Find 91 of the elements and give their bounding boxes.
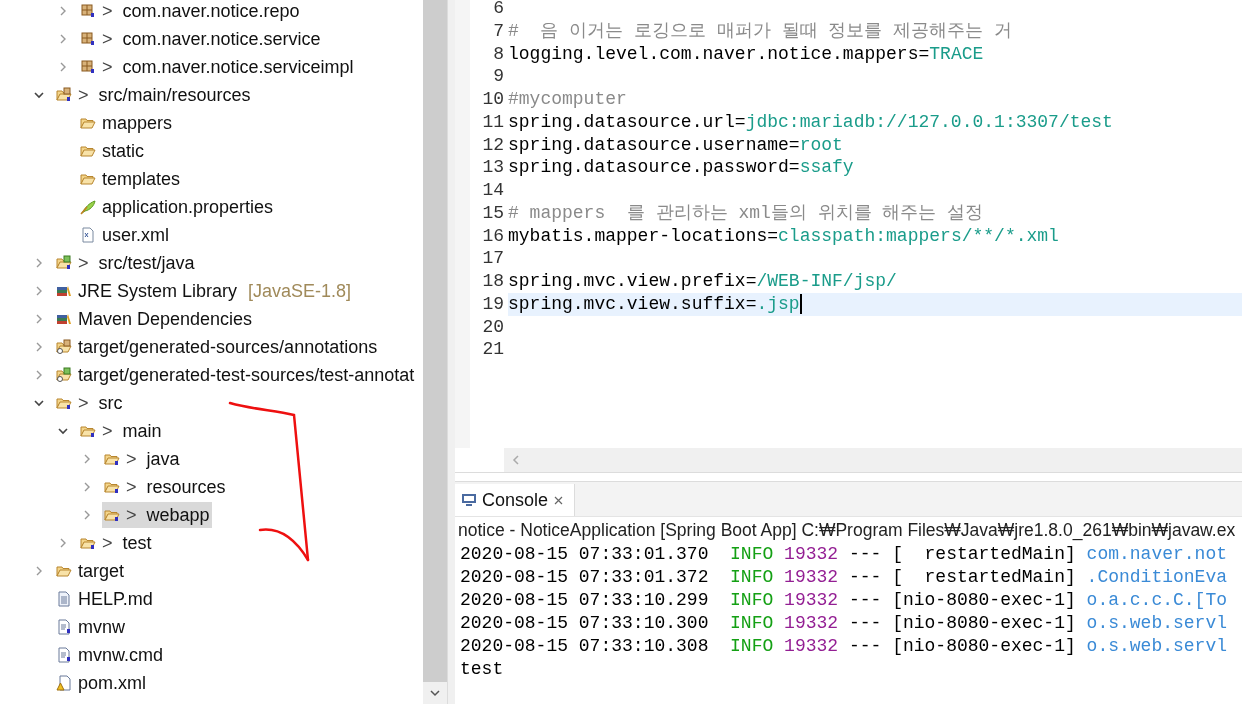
line-number: 11 (481, 110, 504, 134)
chevron-down-icon[interactable] (429, 687, 441, 699)
horizontal-scrollbar[interactable] (504, 448, 1242, 472)
code-line: #mycomputer (508, 88, 628, 111)
tree-item[interactable]: > com.naver.notice.serviceimpl (78, 54, 356, 80)
line-number: 10 (481, 88, 504, 111)
folder-icon (56, 339, 72, 355)
tree-item[interactable]: > com.naver.notice.repo (78, 0, 302, 24)
tree-item[interactable]: templates (78, 166, 183, 192)
tree-item[interactable]: > resources (102, 474, 228, 500)
folder-icon (56, 563, 72, 579)
tree-item[interactable]: target/generated-test-sources/test-annotat (54, 362, 417, 388)
code-line: spring.datasource.username=root (508, 133, 844, 157)
line-number: 20 (481, 315, 504, 339)
console-tab[interactable]: Console (455, 484, 576, 516)
tree-item[interactable]: mappers (78, 110, 175, 136)
package-icon (80, 3, 96, 19)
log-line: 2020-08-15 07:33:10.300 INFO 19332 --- [nio-8080-exec-1] o.s.web.servl (460, 612, 1229, 635)
monitor-icon (461, 492, 477, 508)
tree-item[interactable]: target/generated-sources/annotations (54, 334, 380, 360)
warning-file-icon (56, 675, 72, 691)
tree-item[interactable]: user.xml (78, 222, 172, 248)
folder-icon (80, 171, 96, 187)
tree-item[interactable]: target (54, 558, 127, 584)
line-number: 14 (481, 179, 504, 202)
close-icon[interactable] (553, 494, 565, 506)
folder-icon (80, 535, 96, 551)
line-number: 9 (492, 65, 504, 88)
source-folder-icon (56, 87, 72, 103)
folder-icon (80, 423, 96, 439)
chevron-down-icon[interactable] (33, 89, 45, 101)
folder-icon (56, 367, 72, 383)
log-line: 2020-08-15 07:33:10.308 INFO 19332 --- [nio-8080-exec-1] o.s.web.servl (460, 635, 1229, 658)
vertical-scrollbar[interactable] (423, 0, 447, 704)
line-number: 16 (481, 224, 504, 248)
package-icon (80, 59, 96, 75)
line-number: 7 (492, 19, 504, 43)
code-line: # 음 이거는 로깅으로 매퍼가 될때 정보를 제공해주는 거 (508, 19, 1014, 43)
code-line: logging.level.com.naver.notice.mappers=TRACE (508, 42, 985, 66)
package-icon (80, 31, 96, 47)
tree-item[interactable]: > com.naver.notice.service (78, 26, 323, 52)
line-number: 19 (481, 292, 504, 316)
line-number: 6 (492, 0, 504, 20)
feather-icon (80, 199, 96, 215)
tree-item[interactable]: > java (102, 446, 182, 472)
tree-item[interactable]: static (78, 138, 146, 164)
folder-icon (104, 451, 120, 467)
line-number: 17 (481, 247, 504, 270)
output-line: test (460, 658, 505, 681)
tree-item[interactable]: application.properties (78, 194, 276, 220)
tree-item[interactable]: pom.xml (54, 670, 148, 696)
folder-icon (104, 507, 120, 523)
document-icon (56, 591, 72, 607)
tree-item[interactable]: > src (54, 390, 125, 416)
line-number: 12 (481, 133, 504, 157)
document-icon (56, 647, 72, 663)
text-cursor (799, 294, 802, 314)
code-line: spring.datasource.url=jdbc:mariadb://127.0.0.1:3307/test (508, 110, 1114, 134)
file-icon (80, 227, 96, 243)
log-line: 2020-08-15 07:33:01.370 INFO 19332 --- [ restartedMain] com.naver.not (460, 543, 1229, 566)
folder-icon (56, 395, 72, 411)
folder-icon (80, 115, 96, 131)
tree-item[interactable]: > webapp (102, 502, 212, 528)
tree-item[interactable]: > main (78, 418, 164, 444)
line-number: 8 (492, 42, 504, 66)
line-number: 13 (481, 156, 504, 179)
folder-icon (80, 143, 96, 159)
tree-item[interactable]: JRE System Library [JavaSE-1.8] (54, 278, 354, 304)
document-icon (56, 619, 72, 635)
tree-item[interactable]: > src/main/resources (54, 82, 253, 108)
line-number: 21 (481, 338, 504, 361)
chevron-down-icon[interactable] (33, 397, 45, 409)
chevron-down-icon[interactable] (57, 425, 69, 437)
code-line: spring.mvc.view.prefix=/WEB-INF/jsp/ (508, 270, 898, 293)
tree-item[interactable]: Maven Dependencies (54, 306, 255, 332)
log-line: 2020-08-15 07:33:01.372 INFO 19332 --- [ restartedMain] .ConditionEva (460, 566, 1229, 589)
code-line: # mappers 를 관리하는 xml들의 위치를 해주는 설정 (508, 201, 985, 225)
tree-item[interactable]: mvnw.cmd (54, 642, 166, 668)
line-number: 18 (481, 270, 504, 293)
tree-item[interactable]: > src/test/java (54, 250, 197, 276)
tree-item[interactable]: mvnw (54, 614, 127, 640)
log-line: 2020-08-15 07:33:10.299 INFO 19332 --- [nio-8080-exec-1] o.a.c.c.C.[To (460, 589, 1229, 612)
chevron-left-icon[interactable] (510, 454, 522, 466)
tree-item[interactable]: > test (78, 530, 154, 556)
code-line: spring.datasource.password=ssafy (508, 156, 855, 179)
tree-item[interactable]: HELP.md (54, 586, 155, 612)
code-line: mybatis.mapper-locations=classpath:mappers/**/*.xml (508, 224, 1060, 248)
source-folder-icon (56, 255, 72, 271)
folder-icon (104, 479, 120, 495)
console-title: notice - NoticeApplication [Spring Boot App] C:₩Program Files₩Java₩jre1.8.0_261₩bin₩javaw.ex (457, 519, 1237, 543)
line-number: 15 (481, 201, 504, 225)
